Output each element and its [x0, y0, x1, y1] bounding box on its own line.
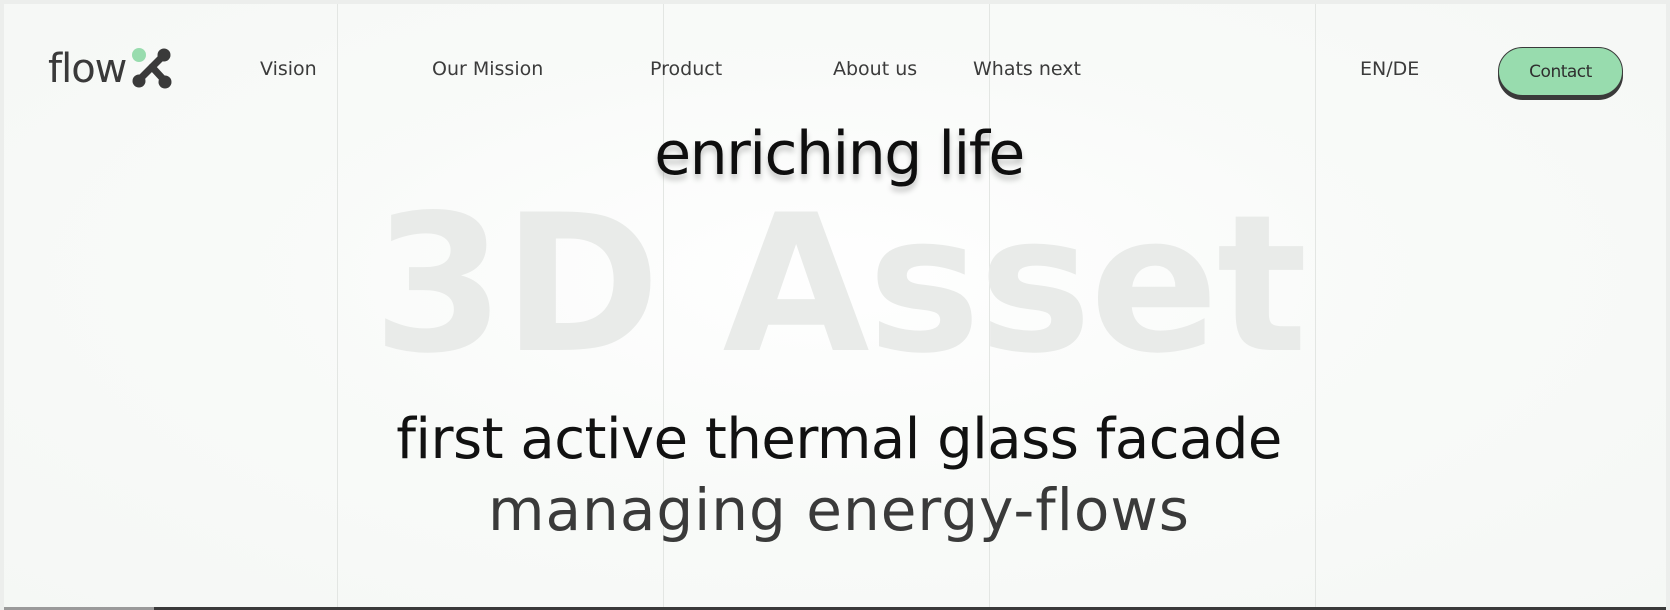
hero-tagline: enriching life — [654, 119, 1025, 189]
page: flow Vision Our Mission Product About us… — [0, 0, 1670, 610]
hero-subline: managing energy-flows — [488, 476, 1190, 544]
nav-product[interactable]: Product — [650, 58, 722, 80]
hero-watermark: 3D Asset — [372, 174, 1308, 395]
contact-button[interactable]: Contact — [1498, 47, 1623, 96]
hero-headline: first active thermal glass facade — [396, 407, 1282, 472]
nav-whats-next[interactable]: Whats next — [973, 58, 1081, 80]
nav-vision-label: Vision — [260, 58, 317, 80]
nav-our-mission[interactable]: Our Mission — [432, 58, 543, 80]
logo[interactable]: flow — [48, 46, 174, 92]
molecule-logo-icon — [132, 48, 172, 89]
logo-text: flow — [48, 46, 127, 92]
language-switch[interactable]: EN/DE — [1360, 58, 1419, 80]
nav-about-us[interactable]: About us — [833, 58, 917, 80]
nav-vision[interactable]: Vision — [253, 58, 323, 80]
